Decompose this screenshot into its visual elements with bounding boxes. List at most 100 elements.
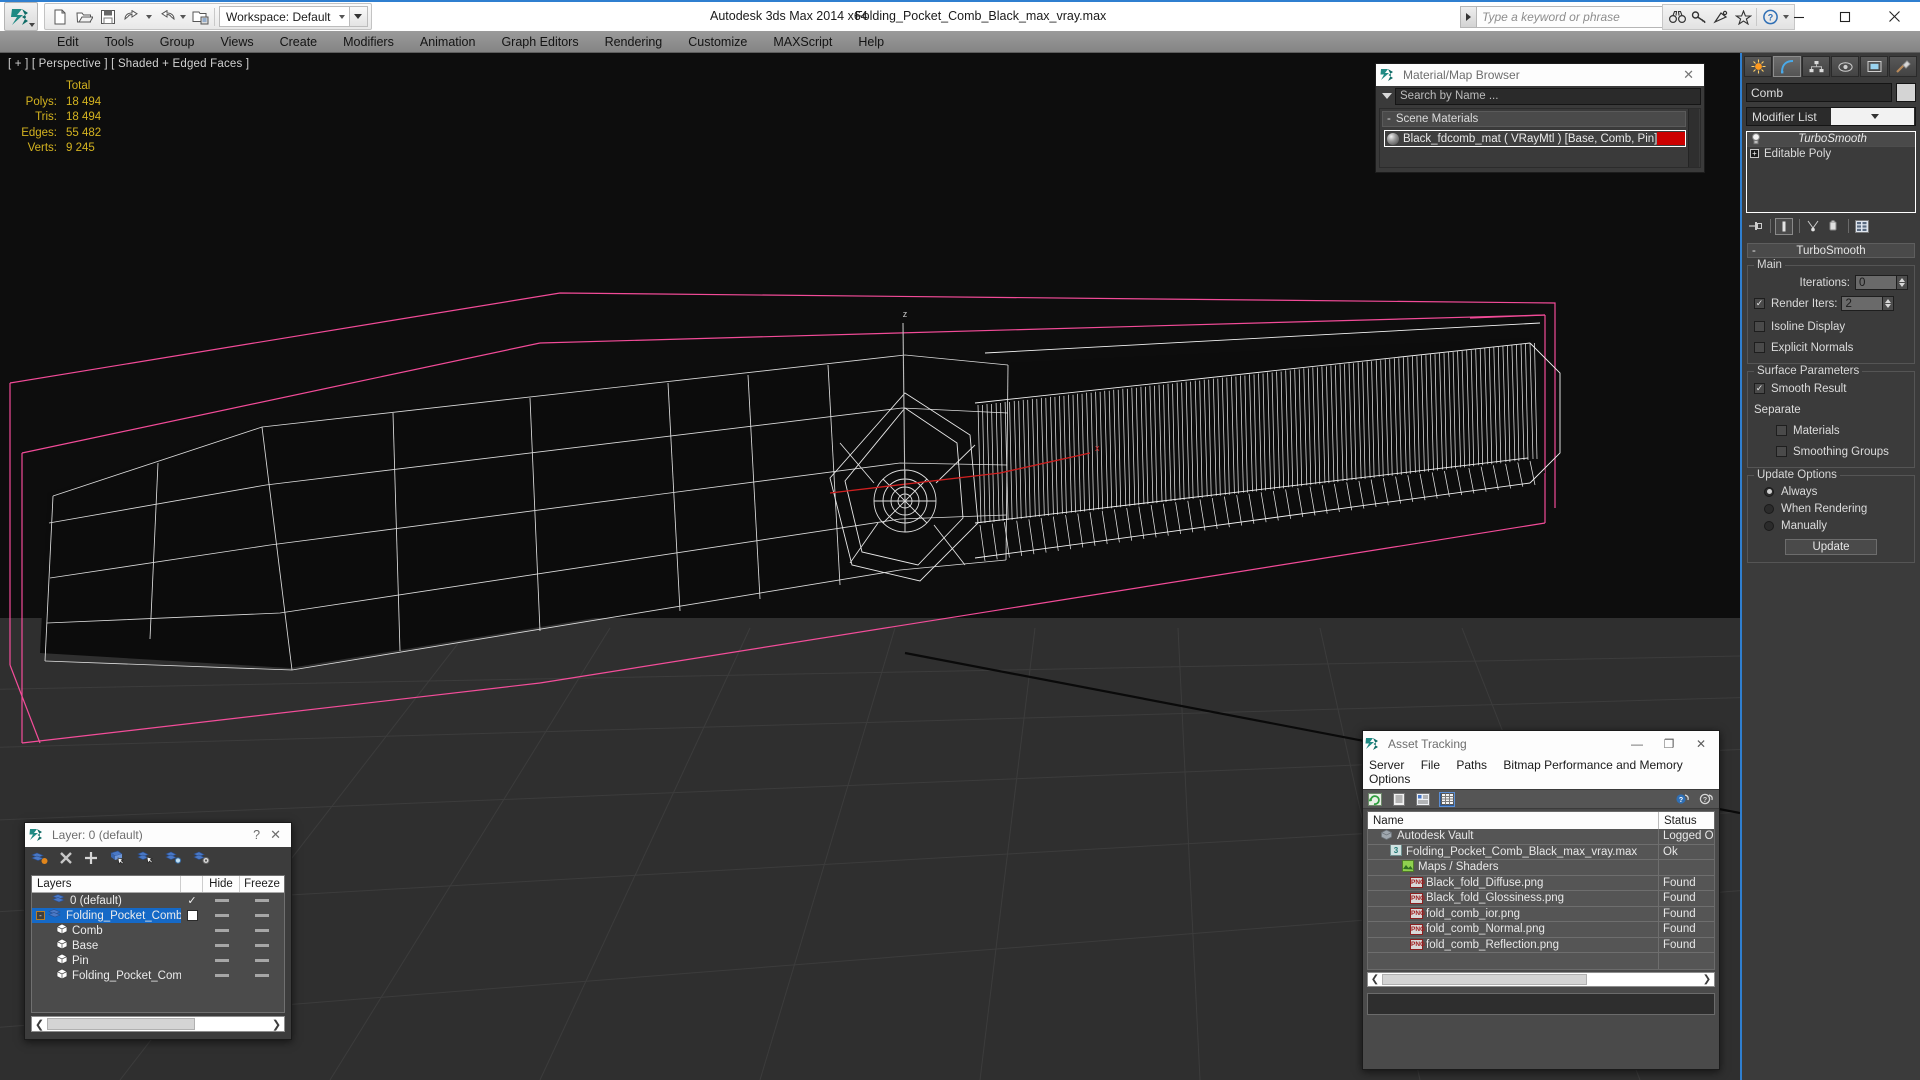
object-row-name-cell[interactable]: Pin (32, 953, 181, 968)
chevron-down-icon[interactable] (1830, 108, 1914, 125)
close-icon[interactable]: ✕ (1683, 67, 1694, 83)
layer-horizontal-scrollbar[interactable]: ❮ ❯ (31, 1016, 285, 1032)
scrollbar-thumb[interactable] (1382, 973, 1587, 985)
help-icon[interactable]: ? (253, 828, 260, 842)
material-search-input[interactable]: Search by Name ... (1395, 87, 1701, 105)
close-button[interactable]: ✕ (1685, 737, 1717, 751)
undo-dropdown-caret-icon[interactable] (144, 5, 154, 28)
menu-item-tools[interactable]: Tools (92, 31, 147, 53)
hide-toggle[interactable] (203, 959, 240, 962)
hide-toggle[interactable] (203, 899, 240, 902)
maximize-button[interactable] (1822, 2, 1868, 31)
layer-object-row[interactable]: Folding_Pocket_Comb_Black (32, 968, 284, 983)
details-view-icon[interactable] (1415, 792, 1431, 807)
update-option-always[interactable]: Always (1754, 484, 1908, 499)
spinner-arrows-icon[interactable] (1883, 296, 1895, 311)
modifier-list-dropdown[interactable]: Modifier List (1746, 107, 1916, 126)
layer-object-row[interactable]: Base (32, 938, 284, 953)
freeze-toggle[interactable] (240, 914, 284, 917)
checkbox-icon[interactable] (186, 910, 198, 921)
isoline-display-row[interactable]: Isoline Display (1754, 318, 1908, 335)
redo-icon[interactable] (154, 5, 178, 28)
smooth-result-row[interactable]: ✓ Smooth Result (1754, 380, 1908, 397)
asset-name-cell[interactable]: 3 Folding_Pocket_Comb_Black_max_vray.max (1368, 844, 1659, 859)
freeze-toggle[interactable] (240, 959, 284, 962)
scrollbar-thumb[interactable] (47, 1018, 195, 1030)
layer-object-row[interactable]: Pin (32, 953, 284, 968)
create-tab[interactable] (1744, 56, 1772, 77)
asset-name-cell[interactable]: Maps / Shaders (1368, 860, 1659, 875)
asset-row[interactable]: 3 Folding_Pocket_Comb_Black_max_vray.max… (1368, 844, 1714, 860)
object-color-swatch[interactable] (1896, 83, 1916, 102)
object-row-name-cell[interactable]: Comb (32, 923, 181, 938)
close-icon[interactable]: ✕ (270, 827, 281, 843)
menu-item-animation[interactable]: Animation (407, 31, 489, 53)
explicit-normals-row[interactable]: Explicit Normals (1754, 339, 1908, 356)
column-header-layers[interactable]: Layers (32, 876, 181, 892)
expand-icon[interactable]: + (1750, 149, 1759, 158)
workspace-selector[interactable]: Workspace: Default (219, 6, 350, 27)
display-tab[interactable] (1860, 56, 1888, 77)
search-dropdown-icon[interactable] (1460, 6, 1477, 28)
update-option-when-rendering[interactable]: When Rendering (1754, 501, 1908, 516)
spinner-arrows-icon[interactable] (1897, 275, 1908, 290)
rollout-header[interactable]: - TurboSmooth (1747, 243, 1915, 258)
layer-list[interactable]: Layers Hide Freeze 0 (default) ✓ - Foldi… (31, 875, 285, 1013)
column-header-freeze[interactable]: Freeze (240, 876, 284, 892)
layer-row-name-cell[interactable]: - Folding_Pocket_Comb_Black (32, 908, 181, 923)
select-highlighted-objects-icon[interactable] (137, 850, 154, 868)
asset-name-cell[interactable]: PNG Black_fold_Glossiness.png (1368, 891, 1659, 906)
object-name-field[interactable]: Comb (1746, 83, 1892, 102)
scene-materials-group-header[interactable]: - Scene Materials (1382, 111, 1686, 127)
update-button[interactable]: Update (1785, 539, 1877, 555)
material-list-item[interactable]: Black_fdcomb_mat ( VRayMtl ) [Base, Comb… (1384, 130, 1686, 147)
layer-row-name-cell[interactable]: 0 (default) (32, 893, 181, 908)
iterations-spinner[interactable]: 0 (1855, 275, 1908, 290)
asset-row[interactable]: PNG fold_comb_Reflection.png Found (1368, 937, 1714, 953)
radio-always-icon[interactable] (1764, 486, 1774, 497)
select-objects-in-layer-icon[interactable] (109, 850, 126, 868)
list-view-icon[interactable] (1391, 792, 1407, 807)
maximize-button[interactable]: ❐ (1653, 737, 1685, 751)
object-row-name-cell[interactable]: Folding_Pocket_Comb_Black (32, 968, 181, 983)
star-icon[interactable] (1732, 6, 1754, 28)
menu-item-file[interactable]: File (1421, 758, 1440, 772)
collapse-icon[interactable]: - (1752, 245, 1756, 257)
lightbulb-icon[interactable] (1751, 133, 1761, 148)
asset-name-cell[interactable]: PNG fold_comb_ior.png (1368, 906, 1659, 921)
column-header-name[interactable]: Name (1368, 812, 1659, 829)
asset-row[interactable]: PNG fold_comb_Normal.png Found (1368, 922, 1714, 938)
save-icon[interactable] (96, 5, 120, 28)
menu-item-group[interactable]: Group (147, 31, 208, 53)
show-end-result-icon[interactable] (1775, 217, 1793, 235)
smoothing-groups-row[interactable]: Smoothing Groups (1754, 443, 1908, 460)
new-icon[interactable] (48, 5, 72, 28)
asset-name-cell[interactable]: PNG fold_comb_Reflection.png (1368, 937, 1659, 952)
motion-tab[interactable] (1831, 56, 1859, 77)
asset-name-cell[interactable]: Autodesk Vault (1368, 829, 1659, 844)
asset-row[interactable]: Maps / Shaders (1368, 860, 1714, 876)
smooth-result-checkbox[interactable]: ✓ (1754, 383, 1765, 394)
add-to-layer-icon[interactable] (84, 851, 98, 868)
menu-item-rendering[interactable]: Rendering (592, 31, 676, 53)
isoline-display-checkbox[interactable] (1754, 321, 1765, 332)
layer-row[interactable]: 0 (default) ✓ (32, 893, 284, 908)
column-header-hide[interactable]: Hide (203, 876, 240, 892)
materials-checkbox[interactable] (1776, 425, 1787, 436)
configure-modifier-sets-icon[interactable] (1853, 218, 1871, 235)
material-map-browser[interactable]: Material/Map Browser ✕ Search by Name ..… (1375, 63, 1705, 173)
app-menu-button[interactable] (4, 2, 38, 31)
redo-dropdown-caret-icon[interactable] (178, 5, 188, 28)
menu-item-paths[interactable]: Paths (1456, 758, 1487, 772)
menu-item-customize[interactable]: Customize (675, 31, 760, 53)
layer-row[interactable]: - Folding_Pocket_Comb_Black (32, 908, 284, 923)
grid-view-icon[interactable] (1439, 791, 1455, 807)
explicit-normals-checkbox[interactable] (1754, 342, 1765, 353)
asset-horizontal-scrollbar[interactable]: ❮ ❯ (1367, 971, 1715, 987)
menu-item-options[interactable]: Options (1369, 772, 1410, 786)
modify-tab[interactable] (1773, 56, 1801, 77)
undo-icon[interactable] (120, 5, 144, 28)
hide-toggle[interactable] (203, 929, 240, 932)
open-icon[interactable] (72, 5, 96, 28)
update-option-manually[interactable]: Manually (1754, 518, 1908, 533)
